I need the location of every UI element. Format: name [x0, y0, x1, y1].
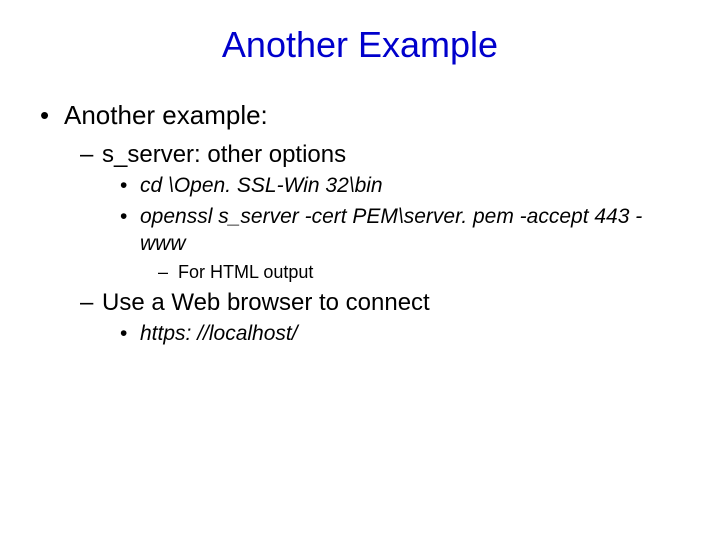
- bullet-lvl2: Use a Web browser to connect: [40, 289, 680, 317]
- bullet-lvl3-cmd: cd \Open. SSL-Win 32\bin: [40, 173, 680, 200]
- bullet-lvl4-note: For HTML output: [40, 262, 680, 283]
- bullet-lvl3-url: https: //localhost/: [40, 321, 680, 348]
- bullet-lvl2: s_server: other options: [40, 141, 680, 169]
- bullet-lvl3-cmd: openssl s_server -cert PEM\server. pem -…: [40, 204, 680, 258]
- slide: Another Example Another example: s_serve…: [0, 0, 720, 540]
- slide-title: Another Example: [40, 24, 680, 66]
- bullet-lvl1: Another example:: [40, 100, 680, 131]
